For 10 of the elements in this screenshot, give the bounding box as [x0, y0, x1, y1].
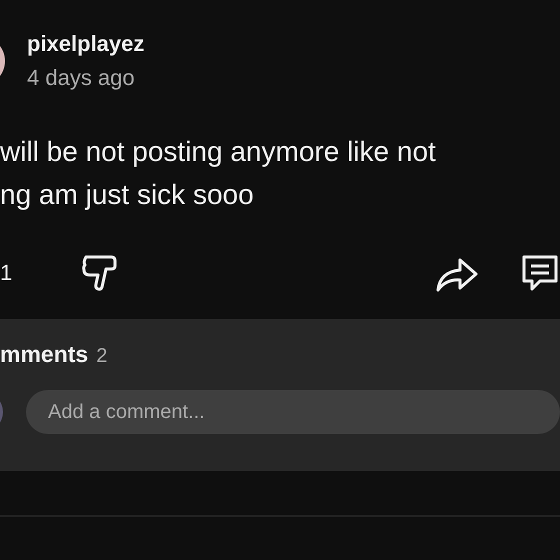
comment-count: 2: [96, 345, 108, 368]
post-time: 4 days ago: [27, 64, 136, 92]
post-text: ng am just sick sooo: [0, 178, 255, 212]
comment-icon[interactable]: [520, 253, 560, 293]
comment-field[interactable]: Add a comment...: [26, 390, 560, 434]
author-name[interactable]: pixelplayez: [27, 30, 144, 58]
post-text: will be not posting anymore like not: [0, 135, 437, 169]
comments-heading: mments: [0, 341, 88, 368]
dislike-icon[interactable]: [80, 253, 118, 293]
like-count: 1: [0, 260, 14, 286]
